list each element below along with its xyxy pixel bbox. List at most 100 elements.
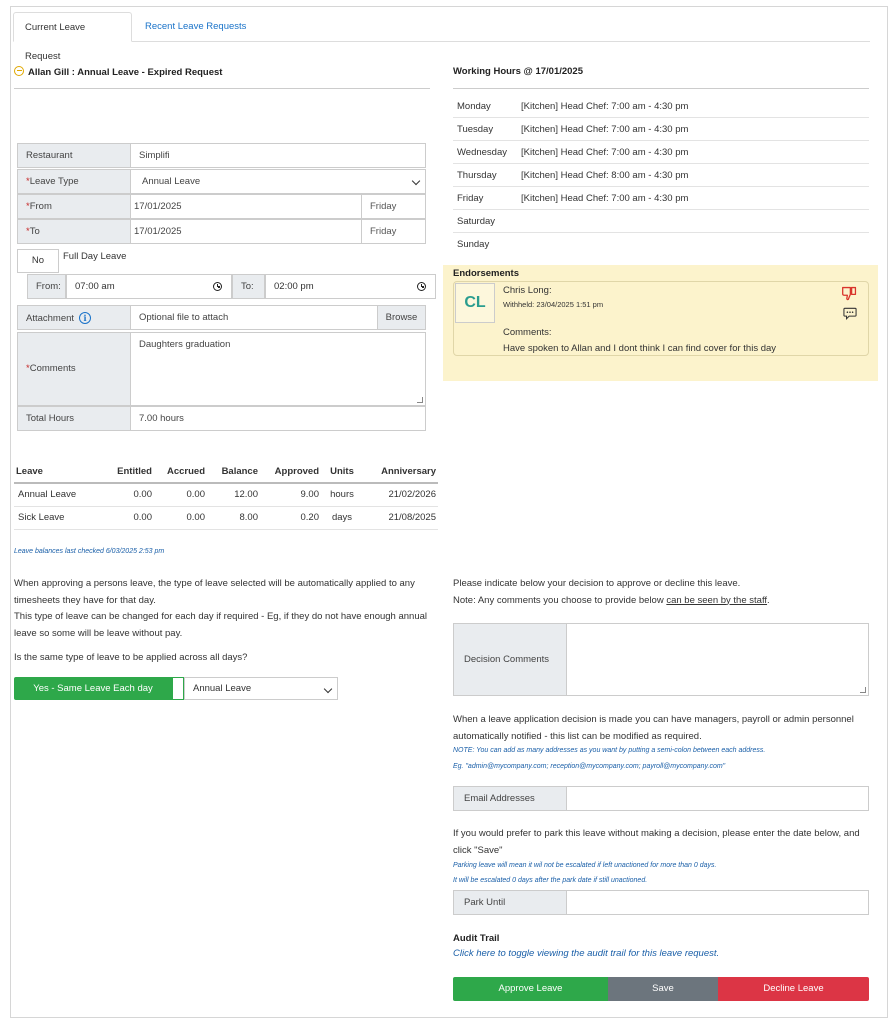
leave-type-row: *Leave Type Annual Leave xyxy=(17,169,426,194)
table-cell: hours xyxy=(321,483,363,507)
email-addresses-label: Email Addresses xyxy=(454,787,567,810)
table-cell: 12.00 xyxy=(207,483,260,507)
audit-trail-link[interactable]: Click here to toggle viewing the audit t… xyxy=(453,948,719,959)
park-until-field: Park Until xyxy=(453,890,869,915)
resize-handle-icon[interactable] xyxy=(417,397,423,403)
to-date-row: *To 17/01/2025 Friday xyxy=(17,219,426,244)
to-label: *To xyxy=(18,220,131,243)
table-cell: 8.00 xyxy=(207,506,260,530)
working-hours-row: Sunday xyxy=(457,239,490,250)
park-until-input[interactable] xyxy=(567,891,868,914)
same-leave-toggle[interactable]: Yes - Same Leave Each day xyxy=(14,677,172,700)
col-balance: Balance xyxy=(207,461,260,484)
working-hours-row: Monday [Kitchen] Head Chef: 7:00 am - 4:3… xyxy=(453,95,869,118)
email-addresses-input[interactable] xyxy=(567,787,868,810)
decision-comments-textarea[interactable] xyxy=(567,624,868,695)
park-info: If you would prefer to park this leave w… xyxy=(453,826,873,859)
decision-intro: Please indicate below your decision to a… xyxy=(453,576,873,609)
table-cell: days xyxy=(321,506,363,530)
working-hours-row: Friday [Kitchen] Head Chef: 7:00 am - 4:3… xyxy=(453,187,869,210)
working-hours-row: Saturday xyxy=(453,210,869,233)
table-row: Sick Leave 0.00 0.00 8.00 0.20 days 21/0… xyxy=(14,506,438,530)
comments-row: *Comments Daughters graduation xyxy=(17,332,426,406)
collapse-icon[interactable] xyxy=(14,66,24,76)
decline-leave-button[interactable]: Decline Leave xyxy=(718,977,869,1001)
from-label: *From xyxy=(18,195,131,218)
attachment-input[interactable]: Optional file to attach xyxy=(131,306,377,329)
approve-leave-button[interactable]: Approve Leave xyxy=(453,977,608,1001)
full-day-label: Full Day Leave xyxy=(63,251,127,262)
audit-trail-title: Audit Trail xyxy=(453,933,500,944)
time-from-label: From: xyxy=(27,274,66,299)
total-hours-row: Total Hours 7.00 hours xyxy=(17,406,426,431)
endorsement-comments-label: Comments: xyxy=(503,327,552,338)
time-from-input[interactable]: 07:00 am xyxy=(66,274,232,299)
tab-recent-leave-requests[interactable]: Recent Leave Requests xyxy=(134,12,257,42)
notify-note-1: NOTE: You can add as many addresses as y… xyxy=(453,747,766,754)
apply-info-text: When approving a persons leave, the type… xyxy=(14,576,444,642)
decision-intro-2: Note: Any comments you choose to provide… xyxy=(453,594,770,606)
comments-label: *Comments xyxy=(18,333,131,405)
col-leave: Leave xyxy=(14,461,102,484)
request-title-text: Allan Gill : Annual Leave - Expired Requ… xyxy=(28,67,223,78)
endorsement-status: Withheld: 23/04/2025 1:51 pm xyxy=(503,300,604,309)
leave-type-label: *Leave Type xyxy=(18,170,131,193)
tab-current-leave-request[interactable]: Current Leave Request xyxy=(13,12,132,62)
tab-bar: Current Leave Request Recent Leave Reque… xyxy=(13,12,870,62)
attachment-label: Attachment i xyxy=(18,306,131,329)
clock-icon[interactable] xyxy=(213,282,222,291)
apply-para-1: When approving a persons leave, the type… xyxy=(14,578,415,606)
chevron-down-icon xyxy=(323,684,333,694)
table-cell: 9.00 xyxy=(260,483,321,507)
endorser-name: Chris Long: xyxy=(503,285,552,296)
leave-balance-table: Leave Entitled Accrued Balance Approved … xyxy=(14,461,438,530)
time-to-input[interactable]: 02:00 pm xyxy=(265,274,436,299)
clock-icon[interactable] xyxy=(417,282,426,291)
browse-button[interactable]: Browse xyxy=(377,306,425,329)
toggle-knob[interactable] xyxy=(172,677,184,700)
restaurant-value: Simplifi xyxy=(139,150,170,161)
col-entitled: Entitled xyxy=(102,461,154,484)
request-title: Allan Gill : Annual Leave - Expired Requ… xyxy=(14,66,430,89)
to-date-input[interactable]: 17/01/2025 xyxy=(131,220,361,243)
save-button[interactable]: Save xyxy=(608,977,718,1001)
attachment-row: Attachment i Optional file to attach Brow… xyxy=(17,305,426,330)
avatar: CL xyxy=(455,283,495,323)
info-icon[interactable]: i xyxy=(79,312,92,324)
staff-visible-note: can be seen by the staff xyxy=(666,594,768,606)
comment-icon[interactable] xyxy=(843,307,857,320)
from-day: Friday xyxy=(361,195,425,218)
apply-question: Is the same type of leave to be applied … xyxy=(14,652,248,663)
full-day-toggle[interactable]: No xyxy=(17,249,59,273)
table-cell: 0.20 xyxy=(260,506,321,530)
comments-textarea[interactable]: Daughters graduation xyxy=(131,333,425,405)
park-para: If you would prefer to park this leave w… xyxy=(453,828,860,856)
col-accrued: Accrued xyxy=(154,461,207,484)
apply-leave-type-select[interactable]: Annual Leave xyxy=(184,677,338,700)
chevron-down-icon xyxy=(411,176,421,186)
col-anniversary: Anniversary xyxy=(363,461,438,484)
col-approved: Approved xyxy=(260,461,321,484)
endorsements-title: Endorsements xyxy=(453,268,519,279)
notify-note-2: Eg. "admin@mycompany.com; reception@myco… xyxy=(453,763,726,770)
from-date-input[interactable]: 17/01/2025 xyxy=(131,195,361,218)
total-hours-label: Total Hours xyxy=(18,407,131,430)
decision-comments-field: Decision Comments xyxy=(453,623,869,696)
working-hours-row: Tuesday [Kitchen] Head Chef: 7:00 am - 4:… xyxy=(453,118,869,141)
park-until-label: Park Until xyxy=(454,891,567,914)
col-units: Units xyxy=(321,461,363,484)
to-day: Friday xyxy=(361,220,425,243)
table-cell: 0.00 xyxy=(102,506,154,530)
resize-handle-icon[interactable] xyxy=(860,687,866,693)
table-cell: 0.00 xyxy=(154,506,207,530)
email-addresses-field: Email Addresses xyxy=(453,786,869,811)
from-date-row: *From 17/01/2025 Friday xyxy=(17,194,426,219)
leave-type-select[interactable]: Annual Leave xyxy=(131,170,425,193)
table-cell: 21/02/2026 xyxy=(363,483,438,507)
table-row: Annual Leave 0.00 0.00 12.00 9.00 hours … xyxy=(14,483,438,507)
table-cell: 0.00 xyxy=(102,483,154,507)
endorsement-comment: Have spoken to Allan and I dont think I … xyxy=(503,343,777,354)
restaurant-row: Restaurant Simplifi xyxy=(17,143,426,168)
working-hours-title: Working Hours @ 17/01/2025 xyxy=(453,66,869,89)
table-cell: Sick Leave xyxy=(14,506,102,530)
